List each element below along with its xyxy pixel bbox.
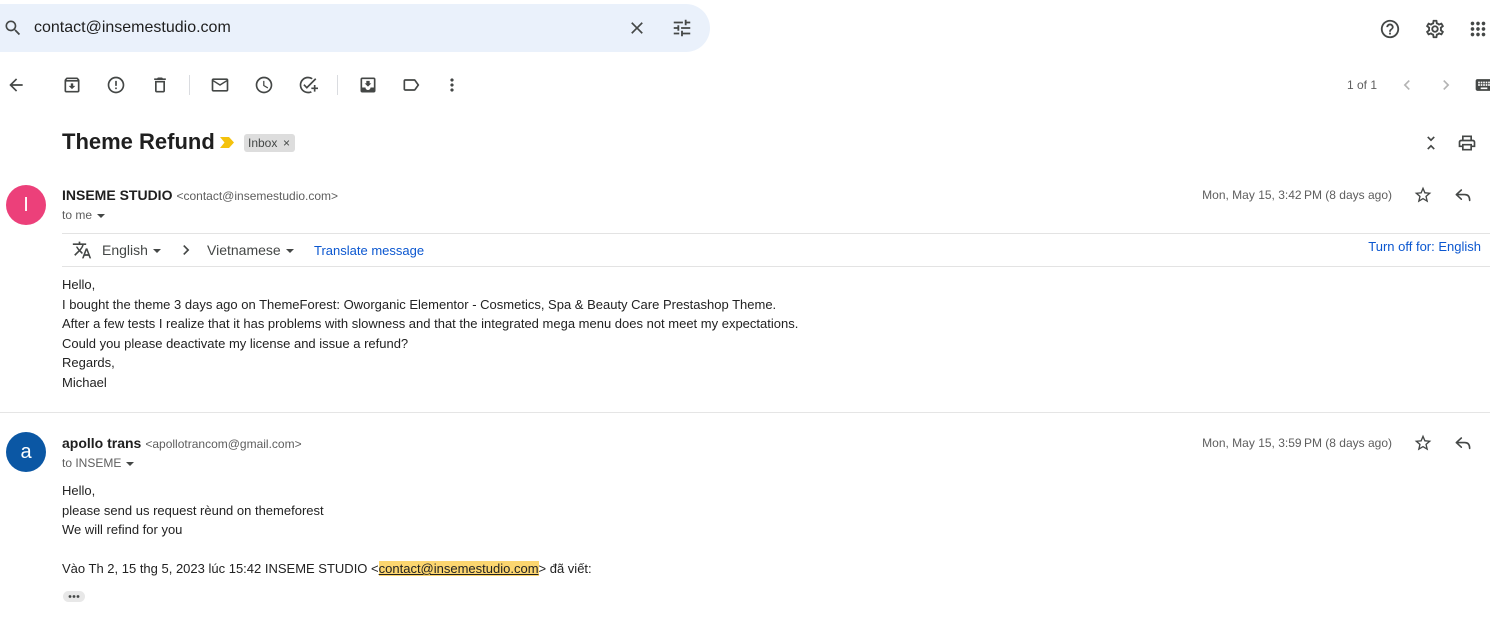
help-icon[interactable]	[1379, 18, 1401, 40]
avatar[interactable]: a	[6, 432, 46, 472]
recipient-label: to me	[62, 208, 93, 222]
message-body: Hello, I bought the theme 3 days ago on …	[62, 275, 798, 392]
star-icon[interactable]	[1413, 433, 1433, 453]
more-horiz-icon	[68, 595, 80, 598]
star-icon[interactable]	[1413, 185, 1433, 205]
back-arrow-icon[interactable]	[6, 75, 26, 95]
reply-icon[interactable]	[1453, 185, 1473, 205]
quote-suffix: > đã viết:	[538, 561, 592, 576]
sender-name[interactable]: INSEME STUDIO	[62, 187, 172, 203]
delete-icon[interactable]	[150, 75, 170, 95]
body-line: Michael	[62, 374, 107, 390]
message-divider	[0, 412, 1490, 413]
target-language-select[interactable]: Vietnamese	[207, 241, 294, 259]
unfold-less-icon[interactable]	[1421, 133, 1441, 153]
body-line: We will refind for you	[62, 522, 183, 537]
translate-message-link[interactable]: Translate message	[314, 242, 424, 260]
recipient-details-toggle[interactable]: to INSEME	[62, 456, 135, 470]
body-line: Regards,	[62, 355, 115, 370]
avatar[interactable]: I	[6, 185, 46, 225]
turn-off-translation-link[interactable]: Turn off for: English	[1368, 239, 1481, 255]
keyboard-icon[interactable]	[1474, 75, 1490, 95]
search-bar[interactable]: contact@insemestudio.com	[0, 4, 710, 52]
recipient-details-toggle[interactable]: to me	[62, 208, 106, 222]
body-line: please send us request rèund on themefor…	[62, 502, 324, 518]
quote-prefix: Vào Th 2, 15 thg 5, 2023 lúc 15:42 INSEM…	[62, 561, 379, 576]
sender-name[interactable]: apollo trans	[62, 435, 141, 451]
source-language-select[interactable]: English	[102, 241, 161, 259]
body-line: Hello,	[62, 277, 96, 292]
source-language-label: English	[102, 242, 148, 258]
report-spam-icon[interactable]	[106, 75, 126, 95]
search-input[interactable]: contact@insemestudio.com	[34, 18, 231, 38]
move-to-icon[interactable]	[358, 75, 378, 95]
message-date: Mon, May 15, 3:59 PM (8 days ago)	[1202, 436, 1392, 450]
quoted-email-link[interactable]: contact@insemestudio.com	[378, 561, 539, 576]
translate-icon	[72, 240, 92, 260]
mark-unread-icon[interactable]	[210, 75, 230, 95]
archive-icon[interactable]	[62, 75, 82, 95]
body-line: Could you please deactivate my license a…	[62, 335, 409, 351]
print-icon[interactable]	[1457, 133, 1477, 153]
show-trimmed-content-button[interactable]	[63, 591, 85, 602]
message-date: Mon, May 15, 3:42 PM (8 days ago)	[1202, 188, 1392, 202]
body-line: Hello,	[62, 483, 96, 498]
inbox-label-chip[interactable]: Inbox ×	[244, 134, 295, 152]
label-icon[interactable]	[401, 75, 421, 95]
chevron-right-icon[interactable]	[1436, 75, 1456, 95]
chevron-left-icon[interactable]	[1397, 75, 1417, 95]
pagination-label: 1 of 1	[1346, 78, 1377, 92]
message-body: Hello, please send us request rèund on t…	[62, 481, 592, 579]
reply-icon[interactable]	[1453, 433, 1473, 453]
toolbar-divider	[337, 75, 338, 95]
caret-down-icon	[152, 249, 161, 254]
apps-grid-icon[interactable]	[1467, 18, 1489, 40]
caret-down-icon	[126, 461, 135, 466]
close-icon[interactable]	[627, 18, 647, 38]
thread-subject: Theme Refund	[62, 129, 215, 154]
add-task-icon[interactable]	[298, 75, 318, 95]
important-marker-icon[interactable]	[220, 137, 234, 148]
chevron-right-icon	[176, 240, 196, 260]
settings-icon[interactable]	[1424, 18, 1446, 40]
body-line: After a few tests I realize that it has …	[62, 316, 799, 331]
recipient-label: to INSEME	[62, 456, 122, 470]
body-line: I bought the theme 3 days ago on ThemeFo…	[62, 296, 777, 312]
translate-bar: English Vietnamese Translate message Tur…	[62, 233, 1490, 267]
label-chip-text: Inbox	[248, 136, 278, 150]
tune-icon[interactable]	[671, 17, 693, 39]
caret-down-icon	[97, 213, 106, 218]
more-vert-icon[interactable]	[442, 75, 462, 95]
toolbar-divider	[189, 75, 190, 95]
remove-label-button[interactable]: ×	[283, 134, 290, 152]
sender-email: <contact@insemestudio.com>	[176, 189, 339, 203]
snooze-icon[interactable]	[254, 75, 274, 95]
quote-attribution: Vào Th 2, 15 thg 5, 2023 lúc 15:42 INSEM…	[62, 559, 592, 579]
sender-line: apollo trans <apollotrancom@gmail.com>	[62, 434, 302, 452]
sender-line: INSEME STUDIO <contact@insemestudio.com>	[62, 186, 338, 204]
sender-email: <apollotrancom@gmail.com>	[145, 437, 302, 451]
target-language-label: Vietnamese	[207, 242, 281, 258]
caret-down-icon	[285, 249, 294, 254]
search-icon[interactable]	[3, 18, 23, 38]
